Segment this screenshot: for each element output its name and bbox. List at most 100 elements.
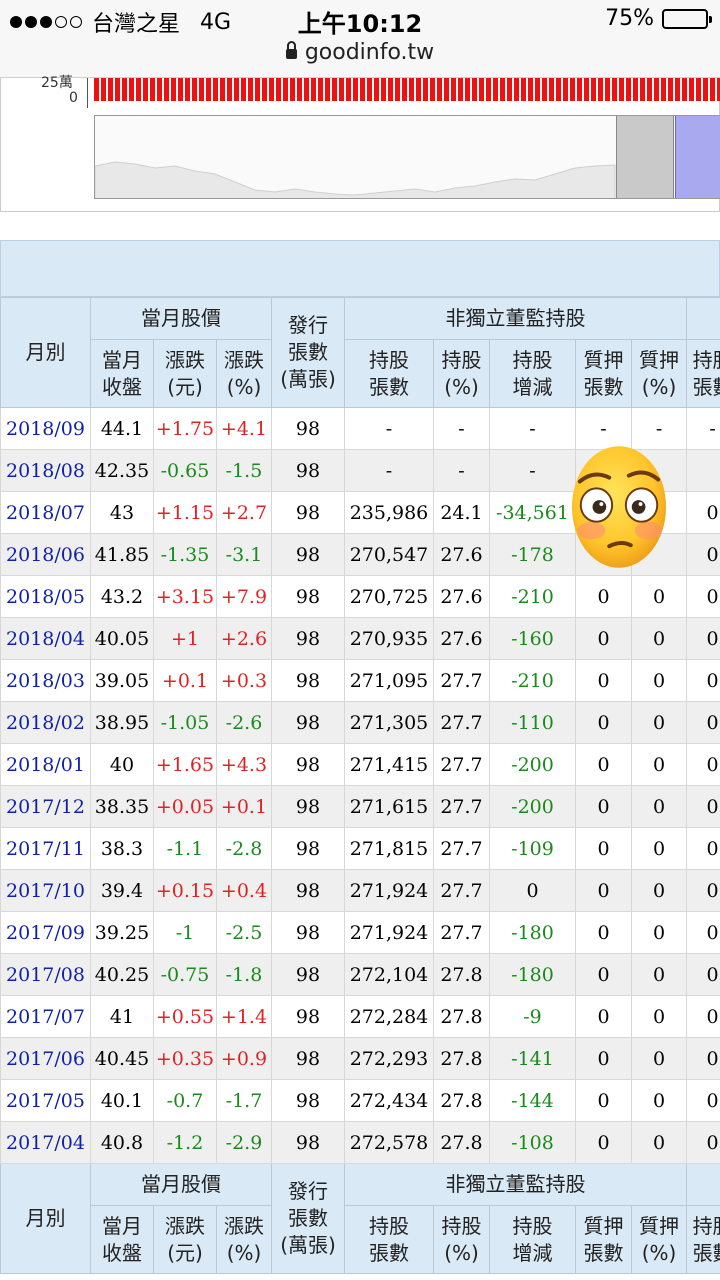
cell-close: 40.45 [90, 1037, 154, 1080]
cell-month[interactable]: 2018/07 [0, 491, 91, 534]
url-bar[interactable]: goodinfo.tw [0, 40, 720, 65]
cell-month[interactable]: 2018/05 [0, 575, 91, 618]
header-change-l2: (元) [167, 374, 203, 399]
cell-month[interactable]: 2018/02 [0, 701, 91, 744]
table-row: 2018/01 40 +1.65 +4.3 98 271,415 27.7 -200 0 0 0 [0, 743, 720, 786]
cell-hold-shares: 272,434 [344, 1079, 434, 1122]
cell-issued: 98 [271, 953, 345, 996]
cell-cut-col: 0 [686, 1079, 720, 1122]
cell-hold-change: -210 [489, 659, 576, 702]
cell-close: 44.1 [90, 407, 154, 450]
cell-hold-pct: 27.8 [433, 1121, 490, 1164]
y-axis-line [87, 78, 88, 108]
cell-month[interactable]: 2017/12 [0, 785, 91, 828]
cell-change-pct: -2.9 [216, 1121, 272, 1164]
cell-month[interactable]: 2017/07 [0, 995, 91, 1038]
table-row: 2017/04 40.8 -1.2 -2.9 98 272,578 27.8 -108 0 0 0 [0, 1121, 720, 1164]
cell-close: 38.3 [90, 827, 154, 870]
footer-header-pledge-shares-l1: 質押 [583, 1213, 624, 1238]
cell-change-pct: -1.7 [216, 1079, 272, 1122]
table-row: 2017/10 39.4 +0.15 +0.4 98 271,924 27.7 0 0 0 0 [0, 869, 720, 912]
cell-close: 43.2 [90, 575, 154, 618]
cell-month[interactable]: 2017/08 [0, 953, 91, 996]
cell-month[interactable]: 2017/09 [0, 911, 91, 954]
cell-cut-col: 0 [686, 659, 720, 702]
cell-change-pct: +4.1 [216, 407, 272, 450]
cell-month[interactable]: 2018/03 [0, 659, 91, 702]
cell-month[interactable]: 2017/04 [0, 1121, 91, 1164]
cell-change: -1.35 [153, 533, 217, 576]
navigator-selected-range[interactable] [675, 116, 720, 198]
cell-issued: 98 [271, 869, 345, 912]
header-pledge-shares-l2: 張數 [583, 374, 624, 399]
cell-pledge-shares: 0 [575, 1037, 632, 1080]
cell-month[interactable]: 2018/04 [0, 617, 91, 660]
cell-cut-col: 0 [686, 743, 720, 786]
header-close: 當月 收盤 [90, 339, 154, 408]
header-cut-col-l2: 張數 [692, 374, 720, 399]
cell-change: +1.65 [153, 743, 217, 786]
header-hold-shares-l2: 張數 [369, 374, 409, 399]
cell-hold-change: -200 [489, 743, 576, 786]
cell-issued: 98 [271, 701, 345, 744]
cell-hold-change: -109 [489, 827, 576, 870]
y-axis-label-zero: 0 [69, 90, 78, 106]
cell-change-pct: -1.8 [216, 953, 272, 996]
cell-issued: 98 [271, 827, 345, 870]
cell-close: 38.35 [90, 785, 154, 828]
table-row: 2018/02 38.95 -1.05 -2.6 98 271,305 27.7 -110 0 0… [0, 701, 720, 744]
chart-navigator[interactable] [94, 115, 720, 199]
cell-hold-shares: 235,986 [344, 491, 434, 534]
cell-hold-shares: 271,815 [344, 827, 434, 870]
cell-month[interactable]: 2017/06 [0, 1037, 91, 1080]
cell-issued: 98 [271, 995, 345, 1038]
navigator-handle[interactable] [616, 116, 674, 198]
cell-close: 41.85 [90, 533, 154, 576]
cell-issued: 98 [271, 1121, 345, 1164]
cell-month[interactable]: 2018/09 [0, 407, 91, 450]
cell-close: 40.8 [90, 1121, 154, 1164]
cell-hold-pct: 27.7 [433, 869, 490, 912]
table-row: 2017/09 39.25 -1 -2.5 98 271,924 27.7 -180 0 0 0 [0, 911, 720, 954]
cell-hold-pct: 27.6 [433, 617, 490, 660]
cell-pledge-shares: 0 [575, 617, 632, 660]
cell-pledge-shares: 0 [575, 575, 632, 618]
header-change-pct: 漲跌 (%) [216, 339, 272, 408]
cell-month[interactable]: 2017/10 [0, 869, 91, 912]
cell-hold-pct: - [433, 407, 490, 450]
cell-change: -0.7 [153, 1079, 217, 1122]
cell-hold-pct: - [433, 449, 490, 492]
table-row: 2017/06 40.45 +0.35 +0.9 98 272,293 27.8 -141 0 0… [0, 1037, 720, 1080]
header-issued-l2: 張數 [288, 340, 328, 364]
cell-close: 40.25 [90, 953, 154, 996]
cell-close: 38.95 [90, 701, 154, 744]
cell-month[interactable]: 2017/05 [0, 1079, 91, 1122]
cell-cut-col: 0 [686, 1037, 720, 1080]
cell-pledge-shares: 0 [575, 743, 632, 786]
cell-month[interactable]: 2018/01 [0, 743, 91, 786]
cell-hold-shares: 271,095 [344, 659, 434, 702]
header-hold-change: 持股 增減 [489, 339, 576, 408]
table-header: 月別 當月股價 發行 張數 (萬張) 非獨立董監持股 當月 收盤 漲跌 (元) 漲跌… [0, 297, 720, 408]
battery-icon [662, 8, 712, 29]
cell-change-pct: -2.5 [216, 911, 272, 954]
cell-issued: 98 [271, 743, 345, 786]
cell-change: +3.15 [153, 575, 217, 618]
cell-pledge-pct: 0 [630, 953, 688, 996]
cell-month[interactable]: 2017/11 [0, 827, 91, 870]
cell-change: +0.35 [153, 1037, 217, 1080]
cell-issued: 98 [271, 575, 345, 618]
cell-hold-shares: 271,415 [344, 743, 434, 786]
cell-hold-change: -144 [489, 1079, 576, 1122]
header-change-pct-l2: (%) [226, 374, 262, 399]
cell-pledge-pct: 0 [630, 743, 688, 786]
cell-issued: 98 [271, 617, 345, 660]
cell-cut-col: 0 [686, 953, 720, 996]
cell-hold-change: -108 [489, 1121, 576, 1164]
cell-change: +0.55 [153, 995, 217, 1038]
cell-month[interactable]: 2018/06 [0, 533, 91, 576]
footer-header-change: 漲跌 (元) [153, 1205, 217, 1274]
cell-month[interactable]: 2018/08 [0, 449, 91, 492]
cell-hold-shares: 270,547 [344, 533, 434, 576]
cell-close: 40.05 [90, 617, 154, 660]
